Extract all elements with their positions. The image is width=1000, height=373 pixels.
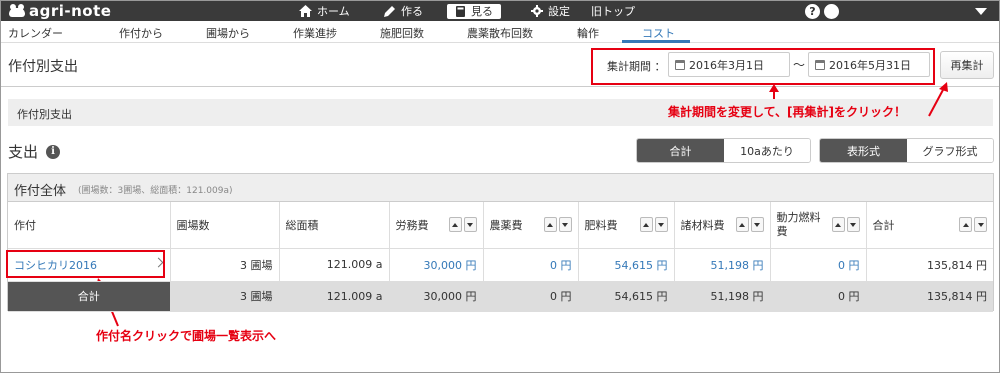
sort-asc-button[interactable]	[959, 217, 972, 233]
sort-asc-button[interactable]	[543, 217, 557, 233]
arrow-to-recalc	[928, 82, 948, 117]
toggle-graph[interactable]: グラフ形式	[907, 139, 993, 162]
cell-materials[interactable]: 51,198 円	[674, 248, 771, 282]
view-toggle: 表形式 グラフ形式	[819, 138, 994, 163]
sort-asc-button[interactable]	[639, 217, 653, 233]
col-header-pesticide: 農薬費	[483, 202, 579, 249]
cost-table-panel: 作付全体 (圃場数：3圃場、総面積：121.009a) 作付 圃場数 総面積 労…	[7, 173, 994, 312]
col-header-crop: 作付	[8, 202, 171, 249]
unit-toggle: 合計 10aあたり	[636, 138, 811, 163]
total-sum: 135,814 円	[866, 281, 993, 312]
arrow-to-period	[769, 84, 779, 99]
cell-pesticide[interactable]: 0 円	[483, 248, 579, 282]
table-total-row: 合計 3 圃場 121.009 a 30,000 円 0 円 54,615 円 …	[8, 281, 993, 312]
cell-fertilizer[interactable]: 54,615 円	[578, 248, 675, 282]
cell-area: 121.009 a	[279, 248, 390, 282]
total-fields: 3 圃場	[170, 281, 280, 312]
toggle-table[interactable]: 表形式	[820, 139, 907, 162]
crop-highlight-box	[6, 250, 165, 278]
total-area: 121.009 a	[279, 281, 390, 312]
total-labor: 30,000 円	[389, 281, 484, 312]
expense-title: 支出	[8, 143, 39, 161]
total-materials: 51,198 円	[674, 281, 771, 312]
sort-desc-button[interactable]	[654, 217, 668, 233]
col-header-fuel: 動力燃料費	[770, 202, 867, 249]
total-pesticide: 0 円	[483, 281, 579, 312]
table-header-row: 作付 圃場数 総面積 労務費 農薬費 肥料費 諸材料費 動力燃料費 合計	[8, 202, 993, 249]
col-header-fertilizer: 肥料費	[578, 202, 675, 249]
cell-labor[interactable]: 30,000 円	[389, 248, 484, 282]
sort-asc-button[interactable]	[735, 217, 749, 233]
col-header-total: 合計	[866, 202, 993, 249]
sort-desc-button[interactable]	[558, 217, 572, 233]
sort-desc-button[interactable]	[463, 217, 477, 233]
total-label: 合計	[8, 281, 171, 312]
col-header-labor: 労務費	[389, 202, 484, 249]
toggle-per-10a[interactable]: 10aあたり	[724, 139, 810, 162]
table-title: 作付全体	[14, 184, 67, 199]
annotation-crop: 作付名クリックで圃場一覧表示へ	[96, 329, 277, 343]
total-fuel: 0 円	[770, 281, 867, 312]
table-title-bar: 作付全体 (圃場数：3圃場、総面積：121.009a)	[8, 174, 993, 202]
expense-heading: 支出 i	[8, 141, 61, 162]
col-header-area: 総面積	[279, 202, 390, 249]
table-subtitle: (圃場数：3圃場、総面積：121.009a)	[78, 186, 233, 196]
total-fertilizer: 54,615 円	[578, 281, 675, 312]
sort-desc-button[interactable]	[846, 217, 860, 233]
sort-asc-button[interactable]	[448, 217, 462, 233]
cell-fields: 3 圃場	[170, 248, 280, 282]
cell-total: 135,814 円	[866, 248, 993, 282]
toggle-total[interactable]: 合計	[637, 139, 724, 162]
info-icon[interactable]: i	[46, 144, 61, 159]
col-header-fields: 圃場数	[170, 202, 280, 249]
sort-desc-button[interactable]	[750, 217, 764, 233]
sort-desc-button[interactable]	[974, 217, 987, 233]
col-header-materials: 諸材料費	[674, 202, 771, 249]
sort-asc-button[interactable]	[831, 217, 845, 233]
cell-fuel[interactable]: 0 円	[770, 248, 867, 282]
